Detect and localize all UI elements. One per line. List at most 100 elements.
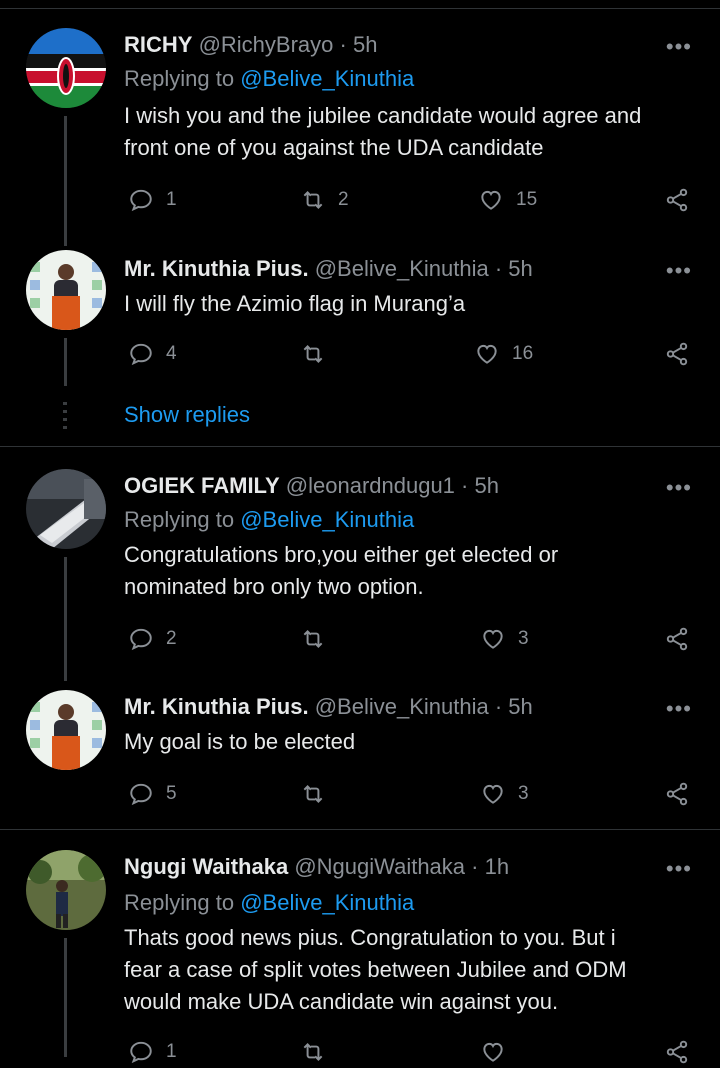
timestamp[interactable]: 5h [475, 473, 499, 498]
avatar-ngugi[interactable] [26, 850, 106, 930]
tweet-header: Ngugi Waithaka @NgugiWaithaka · 1h [124, 854, 509, 880]
share-button[interactable] [664, 623, 690, 655]
separator: · [471, 854, 479, 879]
reply-count: 4 [166, 343, 177, 364]
like-icon [481, 190, 501, 210]
display-name[interactable]: OGIEK FAMILY [124, 473, 280, 498]
more-icon[interactable]: ••• [666, 34, 692, 60]
separator: · [461, 473, 469, 498]
retweet-button[interactable] [300, 1036, 326, 1068]
tweet-text: I will fly the Azimio flag in Murang’a [124, 288, 694, 320]
retweet-button[interactable]: 2 [300, 184, 349, 216]
tweet-text: I wish you and the jubilee candidate wou… [124, 100, 694, 164]
like-button[interactable]: 3 [480, 778, 529, 810]
reply-count: 1 [166, 1041, 177, 1062]
share-button[interactable] [664, 184, 690, 216]
reply-button[interactable]: 1 [128, 1036, 177, 1068]
replying-to-link[interactable]: @Belive_Kinuthia [240, 507, 414, 532]
like-icon [483, 784, 503, 804]
user-handle[interactable]: @Belive_Kinuthia [315, 694, 489, 719]
thread-line [64, 557, 67, 681]
more-icon[interactable]: ••• [666, 696, 692, 722]
tweet-header: OGIEK FAMILY @leonardndugu1 · 5h [124, 473, 499, 499]
share-icon [666, 342, 688, 366]
tweet-text: Congratulations bro,you either get elect… [124, 539, 694, 603]
avatar-richy[interactable] [26, 28, 106, 108]
like-count: 3 [518, 628, 529, 649]
replying-to-link[interactable]: @Belive_Kinuthia [240, 66, 414, 91]
reply-icon [130, 189, 152, 212]
kinuthia-avatar-image [26, 690, 106, 770]
reply-icon [130, 343, 152, 366]
separator: · [494, 256, 503, 281]
tweet-kinuthia-2[interactable]: Mr. Kinuthia Pius. @Belive_Kinuthia · 5h… [0, 688, 720, 828]
action-bar: 2 3 [124, 623, 696, 655]
display-name[interactable]: RICHY [124, 32, 192, 57]
tweet-kinuthia-1[interactable]: Mr. Kinuthia Pius. @Belive_Kinuthia · 5h… [0, 250, 720, 446]
timestamp[interactable]: 5h [353, 32, 377, 57]
ogiek-avatar-image [26, 469, 106, 549]
tweet-text: My goal is to be elected [124, 726, 694, 758]
share-button[interactable] [664, 338, 690, 370]
display-name[interactable]: Ngugi Waithaka [124, 854, 288, 879]
like-button[interactable] [480, 1036, 506, 1068]
tweet-richy[interactable]: RICHY @RichyBrayo · 5h ••• Replying to @… [0, 0, 720, 250]
reply-icon [130, 1041, 152, 1064]
user-handle[interactable]: @Belive_Kinuthia [315, 256, 489, 281]
replying-to-link[interactable]: @Belive_Kinuthia [240, 890, 414, 915]
ngugi-avatar-image [26, 850, 106, 930]
display-name[interactable]: Mr. Kinuthia Pius. [124, 256, 309, 281]
share-button[interactable] [664, 1036, 690, 1068]
retweet-button[interactable] [300, 338, 338, 370]
like-button[interactable]: 16 [474, 338, 533, 370]
reply-button[interactable]: 4 [128, 338, 177, 370]
replying-to: Replying to @Belive_Kinuthia [124, 507, 414, 533]
user-handle[interactable]: @RichyBrayo [199, 32, 334, 57]
retweet-icon [303, 191, 323, 209]
like-icon [483, 1042, 503, 1062]
user-handle[interactable]: @leonardndugu1 [286, 473, 455, 498]
avatar-ogiek[interactable] [26, 469, 106, 549]
like-icon [477, 344, 497, 364]
like-count: 15 [516, 189, 538, 210]
tweet-text-line: Congratulations bro,you either get elect… [124, 542, 559, 567]
thread-line [64, 338, 67, 386]
tweet-text-line: front one of you against the UDA candida… [124, 135, 544, 160]
retweet-button[interactable] [300, 623, 338, 655]
tweet-header: RICHY @RichyBrayo · 5h [124, 32, 377, 58]
tweet-text-line: I wish you and the jubilee candidate wou… [124, 103, 642, 128]
timestamp[interactable]: 1h [485, 854, 509, 879]
more-icon[interactable]: ••• [666, 856, 692, 882]
retweet-button[interactable] [300, 778, 338, 810]
reply-button[interactable]: 5 [128, 778, 177, 810]
reply-count: 5 [166, 783, 177, 804]
reply-button[interactable]: 1 [128, 184, 177, 216]
thread-line [64, 938, 67, 1057]
tweet-header: Mr. Kinuthia Pius. @Belive_Kinuthia · 5h [124, 256, 533, 282]
timestamp[interactable]: 5h [508, 694, 532, 719]
retweet-icon [303, 630, 323, 648]
like-icon [483, 629, 503, 649]
tweet-text-line: fear a case of split votes between Jubil… [124, 957, 627, 982]
tweet-text-line: My goal is to be elected [124, 729, 356, 754]
more-icon[interactable]: ••• [666, 475, 692, 501]
show-replies-link[interactable]: Show replies [124, 402, 250, 428]
like-button[interactable]: 15 [478, 184, 537, 216]
share-button[interactable] [664, 778, 690, 810]
reply-icon [130, 783, 152, 806]
tweet-text-line: Thats good news pius. Congratulation to … [124, 925, 616, 950]
timestamp[interactable]: 5h [508, 256, 532, 281]
more-icon[interactable]: ••• [666, 258, 692, 284]
like-button[interactable]: 3 [480, 623, 529, 655]
user-handle[interactable]: @NgugiWaithaka [294, 854, 465, 879]
avatar-kinuthia[interactable] [26, 690, 106, 770]
tweet-ogiek[interactable]: OGIEK FAMILY @leonardndugu1 · 5h ••• Rep… [0, 447, 720, 687]
share-icon [666, 1040, 688, 1064]
avatar-kinuthia[interactable] [26, 250, 106, 330]
display-name[interactable]: Mr. Kinuthia Pius. [124, 694, 309, 719]
reply-button[interactable]: 2 [128, 623, 177, 655]
tweet-text-line: would make UDA candidate win against you… [124, 989, 559, 1014]
kinuthia-avatar-image [26, 250, 106, 330]
tweet-ngugi[interactable]: Ngugi Waithaka @NgugiWaithaka · 1h ••• R… [0, 830, 720, 1064]
replying-label: Replying to [124, 66, 235, 91]
